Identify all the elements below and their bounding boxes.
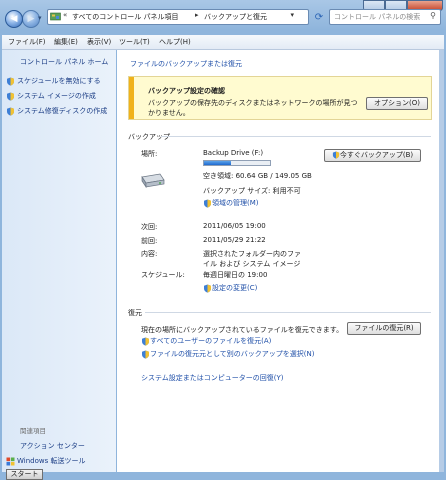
select-other-backup-label: ファイルの復元元として別のバックアップを選択(N) [150, 350, 315, 358]
search-placeholder: コントロール パネルの検索 [334, 13, 421, 21]
next-value: 2011/06/05 19:00 [203, 222, 266, 230]
backup-now-button[interactable]: 今すぐバックアップ(B) [324, 149, 421, 162]
shield-icon [204, 284, 211, 293]
related-heading: 関連項目 [20, 427, 46, 435]
schedule-label: スケジュール: [141, 271, 185, 279]
options-button[interactable]: オプション(O) [366, 97, 428, 110]
control-panel-icon [50, 12, 61, 21]
backup-heading: バックアップ [128, 133, 170, 141]
task-create-system-image[interactable]: システム イメージの作成 [6, 91, 96, 103]
main-content: ファイルのバックアップまたは復元 バックアップ設定の確認 バックアップの保存先の… [117, 50, 439, 472]
search-icon[interactable]: ⚲ [430, 11, 436, 20]
backup-settings-notice: バックアップ設定の確認 バックアップの保存先のディスクまたはネットワークの場所が… [128, 76, 432, 120]
recent-pages-icon[interactable]: ▾ [38, 14, 44, 22]
page-title: ファイルのバックアップまたは復元 [130, 60, 242, 68]
menu-view[interactable]: 表示(V) [87, 37, 111, 47]
manage-space-link[interactable]: 領域の管理(M) [203, 198, 259, 208]
notice-body: バックアップの保存先のディスクまたはネットワークの場所が見つかりません。 [148, 99, 358, 117]
menu-bar: ファイル(F) 編集(E) 表示(V) ツール(T) ヘルプ(H) [2, 35, 444, 50]
refresh-icon[interactable]: ⟳ [312, 11, 326, 25]
address-overflow-chevron[interactable]: « [63, 11, 67, 19]
control-panel-home-link[interactable]: コントロール パネル ホーム [20, 57, 108, 67]
transfer-label: Windows 転送ツール [17, 457, 86, 465]
section-divider [161, 136, 431, 137]
start-button[interactable]: スタート [6, 469, 43, 480]
control-panel-window: ◀ ▶ ▾ « すべてのコントロール パネル項目 ▸ バックアップと復元 ▾ ⟳… [0, 0, 446, 480]
restore-description: 現在の場所にバックアップされているファイルを復元できます。 [141, 326, 344, 334]
select-other-backup-link[interactable]: ファイルの復元元として別のバックアップを選択(N) [141, 349, 315, 359]
address-dropdown-icon[interactable]: ▾ [290, 11, 294, 19]
contents-value: 選択されたフォルダー内のファイル および システム イメージ [203, 250, 301, 268]
menu-tools[interactable]: ツール(T) [119, 37, 150, 47]
backup-size-text: バックアップ サイズ: 利用不可 [203, 187, 301, 195]
drive-name: Backup Drive (F:) [203, 149, 264, 157]
task-disable-schedule[interactable]: スケジュールを無効にする [6, 76, 101, 88]
address-bar[interactable]: « すべてのコントロール パネル項目 ▸ バックアップと復元 ▾ [47, 9, 309, 25]
backup-drive-icon [141, 173, 165, 189]
window-right-edge [439, 50, 444, 472]
next-label: 次回: [141, 223, 158, 231]
shield-icon [142, 337, 149, 346]
task-label: スケジュールを無効にする [17, 77, 101, 85]
restore-all-users-label: すべてのユーザーのファイルを復元(A) [150, 337, 272, 345]
shield-icon [7, 107, 14, 116]
restore-files-button[interactable]: ファイルの復元(R) [347, 322, 421, 335]
notice-title: バックアップ設定の確認 [148, 87, 225, 95]
address-segment-backup-restore[interactable]: バックアップと復元 [204, 12, 267, 22]
menu-file[interactable]: ファイル(F) [8, 37, 46, 47]
manage-space-label: 領域の管理(M) [212, 199, 259, 207]
shield-icon [204, 199, 211, 208]
restore-heading: 復元 [128, 309, 142, 317]
task-create-repair-disc[interactable]: システム修復ディスクの作成 [6, 106, 107, 118]
address-row: ◀ ▶ ▾ « すべてのコントロール パネル項目 ▸ バックアップと復元 ▾ ⟳… [0, 8, 446, 30]
action-center-link[interactable]: アクション センター [20, 441, 85, 451]
task-label: システム イメージの作成 [17, 92, 96, 100]
shield-icon [7, 77, 14, 86]
back-button[interactable]: ◀ [5, 10, 23, 28]
drive-usage-bar [203, 160, 271, 166]
location-label: 場所: [141, 150, 158, 158]
restore-all-users-link[interactable]: すべてのユーザーのファイルを復元(A) [141, 336, 271, 346]
shield-icon [142, 350, 149, 359]
last-label: 前回: [141, 237, 158, 245]
address-segment-all-items[interactable]: すべてのコントロール パネル項目 [72, 12, 178, 22]
menu-help[interactable]: ヘルプ(H) [159, 37, 191, 47]
notice-accent-bar [129, 77, 134, 119]
last-value: 2011/05/29 21:22 [203, 236, 266, 244]
change-settings-label: 設定の変更(C) [212, 284, 258, 292]
navigation-pane: コントロール パネル ホーム スケジュールを無効にする システム イメージの作成… [2, 50, 116, 480]
backup-now-label: 今すぐバックアップ(B) [339, 151, 414, 159]
schedule-value: 毎週日曜日の 19:00 [203, 271, 268, 279]
section-divider [145, 312, 431, 313]
recover-system-link[interactable]: システム設定またはコンピューターの回復(Y) [141, 373, 284, 383]
windows-transfer-icon [6, 457, 15, 465]
change-settings-link[interactable]: 設定の変更(C) [203, 283, 257, 293]
menu-edit[interactable]: 編集(E) [54, 37, 78, 47]
chevron-right-icon[interactable]: ▸ [195, 11, 199, 19]
windows-transfer-link[interactable]: Windows 転送ツール [6, 456, 85, 466]
search-input[interactable]: コントロール パネルの検索 ⚲ [329, 9, 441, 25]
shield-icon [7, 92, 14, 101]
task-label: システム修復ディスクの作成 [17, 107, 108, 115]
contents-label: 内容: [141, 250, 158, 258]
free-space-text: 空き領域: 60.64 GB / 149.05 GB [203, 172, 312, 180]
shield-icon [332, 151, 339, 159]
taskbar: スタート [0, 469, 446, 480]
drive-usage-fill [204, 161, 232, 165]
